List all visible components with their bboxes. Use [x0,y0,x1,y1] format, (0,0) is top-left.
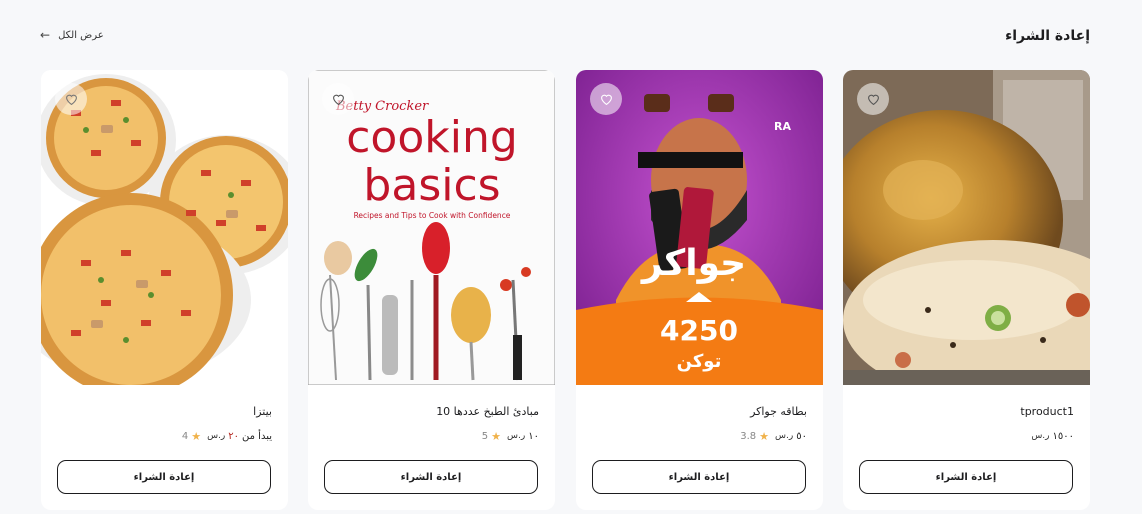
heart-icon [65,94,77,105]
product-price: ١٠ ر.س [507,430,539,442]
product-rating: 3.8 ★ [740,429,770,443]
section-title: إعادة الشراء [1005,28,1090,44]
image-token-amount: 4250 [660,314,738,347]
view-all-link[interactable]: ← عرض الكل [40,28,104,42]
product-meta: ١٥٠٠ ر.س [859,428,1074,444]
section-header: إعادة الشراء ← عرض الكل [0,0,1142,70]
favorite-button[interactable] [322,83,354,115]
product-card-pizza[interactable]: بيتزا يبدأ من ٢٠ ر.س 4 ★ إعادة الشراء [41,70,288,510]
arrow-left-icon: ← [40,28,51,42]
riyal-icon: ر.س [775,431,794,441]
image-book-subtitle: Recipes and Tips to Cook with Confidence [354,211,511,220]
product-card-tproduct1[interactable]: tproduct1 ١٥٠٠ ر.س إعادة الشراء [843,70,1090,510]
star-icon: ★ [191,429,202,443]
image-token-label: توكن [677,351,722,372]
product-price: ٥٠ ر.س [775,430,807,442]
product-card-jawaker[interactable]: RA جواكر 4250 توكن بطاقه جواكر ٥٠ ر.س 3.… [576,70,823,510]
product-name[interactable]: بطاقه جواكر [750,405,807,418]
product-rating: 4 ★ [181,429,202,443]
product-image-jawaker[interactable]: RA جواكر 4250 توكن [576,70,823,385]
favorite-button[interactable] [55,83,87,115]
reorder-button[interactable]: إعادة الشراء [324,460,538,494]
star-icon: ★ [491,429,502,443]
product-price: يبدأ من ٢٠ ر.س [207,430,272,442]
reorder-button[interactable]: إعادة الشراء [57,460,271,494]
image-book-title-1: cooking [346,112,518,163]
heart-icon [867,94,879,105]
image-book-title-2: basics [363,160,500,211]
product-meta: ٥٠ ر.س 3.8 ★ [592,428,807,444]
riyal-icon: ر.س [207,431,226,441]
image-brand-mark: RA [774,120,791,133]
reorder-button[interactable]: إعادة الشراء [859,460,1073,494]
riyal-icon: ر.س [1031,431,1050,441]
favorite-button[interactable] [857,83,889,115]
product-rating: 5 ★ [481,429,502,443]
riyal-icon: ر.س [507,431,526,441]
favorite-button[interactable] [590,83,622,115]
product-price: ١٥٠٠ ر.س [1031,430,1074,442]
view-all-label: عرض الكل [58,29,104,41]
image-title-jawaker: جواكر [640,243,746,284]
heart-icon [600,94,612,105]
reorder-button[interactable]: إعادة الشراء [592,460,806,494]
product-image-pizza[interactable] [41,70,288,385]
product-image-cooking-book[interactable]: Betty Crocker cooking basics Recipes and… [308,70,555,385]
heart-icon [332,94,344,105]
product-name[interactable]: بيتزا [253,405,272,418]
product-name[interactable]: tproduct1 [1020,405,1074,418]
product-card-cooking-basics[interactable]: Betty Crocker cooking basics Recipes and… [308,70,555,510]
product-image-kabsa[interactable] [843,70,1090,385]
product-meta: يبدأ من ٢٠ ر.س 4 ★ [57,428,272,444]
product-meta: ١٠ ر.س 5 ★ [324,428,539,444]
product-name[interactable]: مبادئ الطبخ عددها 10 [436,405,539,418]
star-icon: ★ [759,429,770,443]
